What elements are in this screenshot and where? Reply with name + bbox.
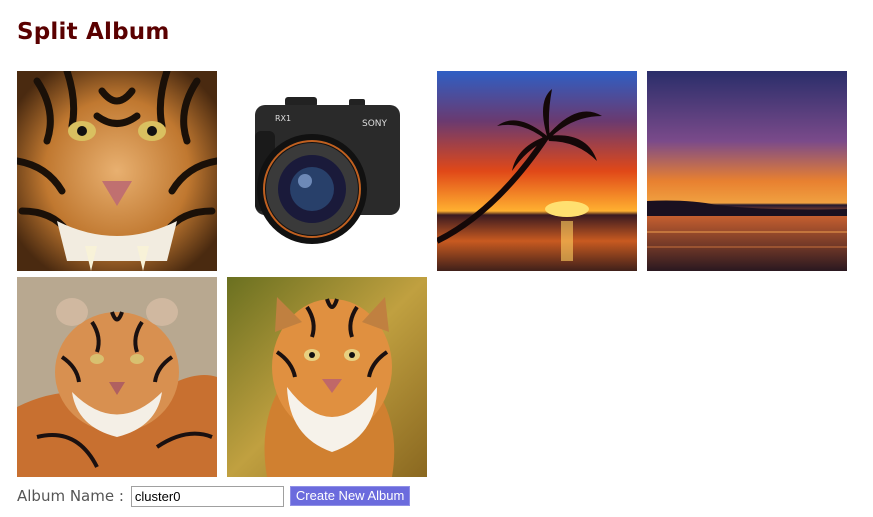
create-new-album-button[interactable]: Create New Album	[289, 486, 411, 506]
photo-camera[interactable]: SONY RX1	[227, 71, 427, 271]
album-name-input[interactable]	[130, 485, 284, 507]
svg-text:RX1: RX1	[275, 114, 291, 123]
photo-palm-sunset[interactable]	[437, 71, 637, 271]
album-name-label: Album Name :	[17, 487, 124, 505]
camera-product-photo-icon: SONY RX1	[227, 71, 427, 271]
svg-text:SONY: SONY	[362, 119, 388, 129]
tiger-portrait-photo-icon	[227, 277, 427, 477]
tiger-face-closeup-photo-icon	[17, 71, 217, 271]
photo-sea-sunset[interactable]	[647, 71, 847, 271]
album-name-form: Album Name : Create New Album	[17, 484, 411, 508]
photo-tiger-painting[interactable]	[17, 277, 217, 477]
photo-tiger-portrait[interactable]	[227, 277, 427, 477]
sea-sunset-photo-icon	[647, 71, 847, 271]
photo-tiger-face[interactable]	[17, 71, 217, 271]
palm-sunset-photo-icon	[437, 71, 637, 271]
tiger-painting-photo-icon	[17, 277, 217, 477]
page-title: Split Album	[17, 19, 170, 45]
